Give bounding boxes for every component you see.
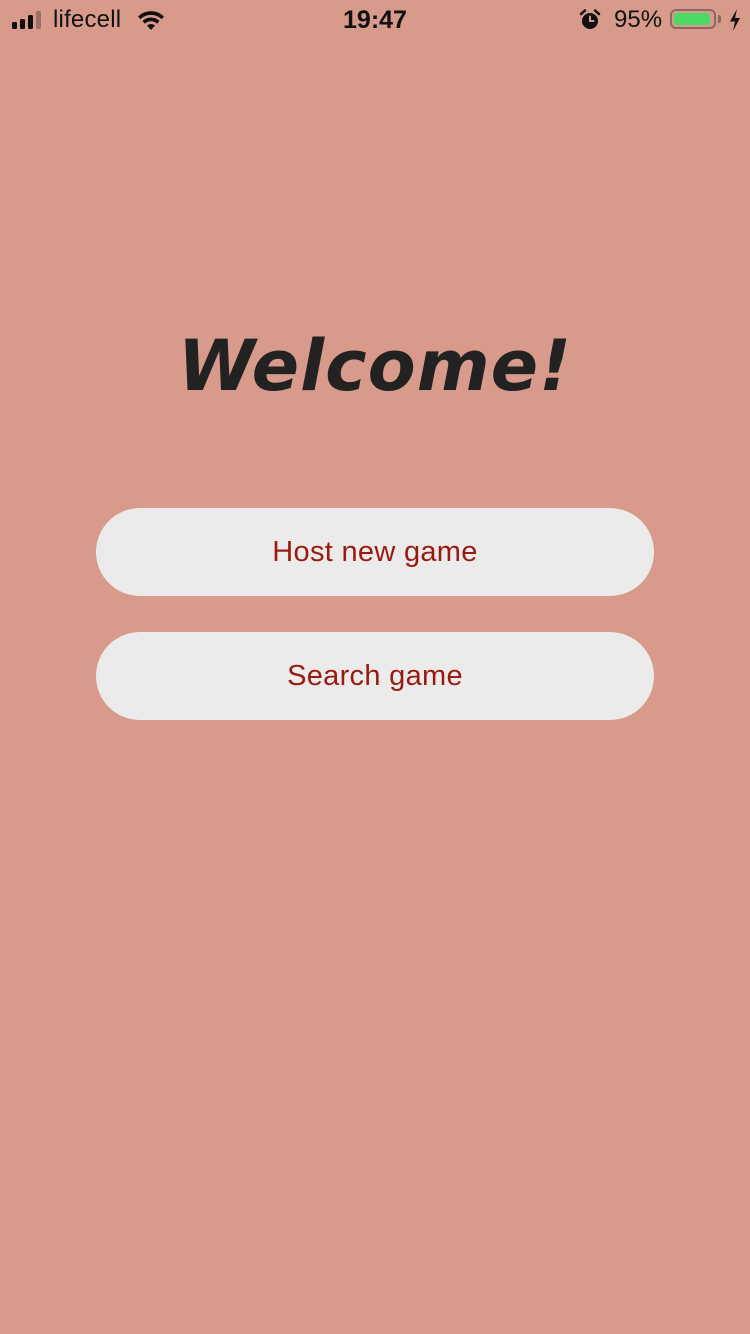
alarm-icon: [579, 9, 601, 29]
battery-level-fill: [674, 13, 711, 25]
welcome-title: Welcome!: [177, 325, 573, 407]
battery-percentage: 95%: [614, 6, 663, 33]
battery-icon: [670, 9, 716, 29]
charging-icon: [730, 9, 740, 31]
battery-tip: [718, 15, 721, 23]
search-game-label: Search game: [287, 659, 463, 692]
host-new-game-button[interactable]: Host new game: [96, 508, 654, 596]
status-bar: lifecell 19:47 95%: [0, 0, 750, 40]
search-game-button[interactable]: Search game: [96, 632, 654, 720]
host-new-game-label: Host new game: [272, 535, 478, 568]
